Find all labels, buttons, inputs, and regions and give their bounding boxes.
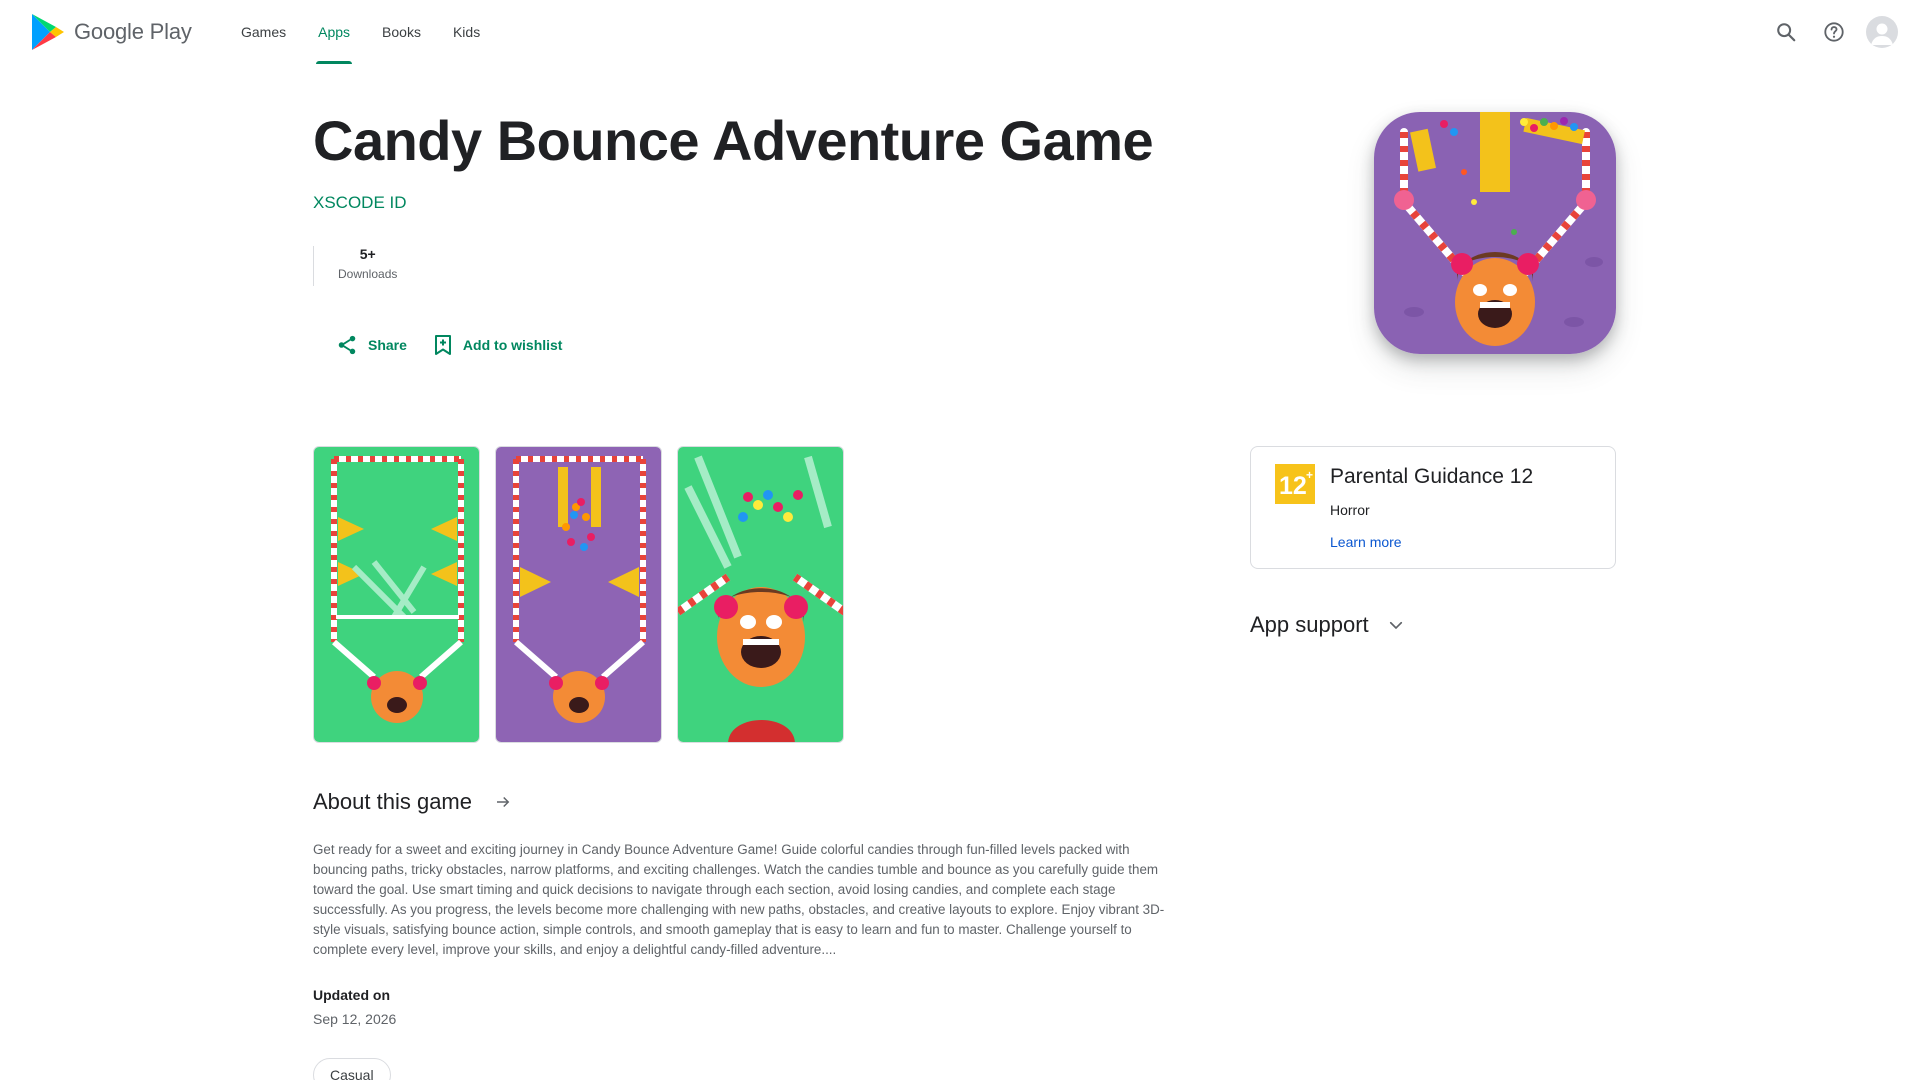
downloads-label: Downloads — [338, 267, 398, 281]
downloads-value: 5+ — [359, 246, 376, 262]
svg-text:+: + — [1306, 468, 1313, 482]
account-button[interactable] — [1862, 12, 1902, 52]
play-logo-icon — [32, 14, 64, 50]
about-description: Get ready for a sweet and exciting journ… — [313, 842, 1165, 957]
developer-link[interactable]: XSCODE ID — [313, 193, 407, 213]
arrow-forward-icon — [496, 796, 510, 808]
rating-descriptor: Horror — [1330, 502, 1370, 518]
rating-badge-text: 12 — [1279, 472, 1307, 500]
share-button[interactable]: Share — [336, 334, 407, 356]
avatar — [1866, 16, 1898, 48]
downloads-stat: 5+ Downloads — [313, 246, 397, 286]
content-rating-card: 12 + Parental Guidance 12 Horror Learn m… — [1250, 446, 1616, 569]
about-section-header[interactable]: About this game — [313, 789, 512, 815]
share-icon — [338, 335, 356, 355]
updated-on-label: Updated on — [313, 987, 390, 1003]
logo-text: Google Play — [74, 19, 192, 44]
app-title: Candy Bounce Adventure Game — [313, 109, 1154, 172]
help-button[interactable] — [1814, 12, 1854, 52]
app-support-toggle[interactable]: App support — [1250, 612, 1405, 638]
rating-title: Parental Guidance 12 — [1330, 465, 1534, 488]
app-support-label: App support — [1250, 612, 1369, 637]
top-bar: Google Play Games Apps Books Kids — [0, 0, 1920, 64]
bookmark-add-icon — [434, 335, 451, 355]
rating-badge: 12 + — [1275, 464, 1315, 504]
account-icon — [1871, 23, 1893, 45]
header-actions — [1766, 12, 1902, 52]
updated-on-date: Sep 12, 2026 — [313, 1011, 397, 1027]
nav-books[interactable]: Books — [366, 0, 437, 64]
category-chip[interactable]: Casual — [313, 1058, 391, 1080]
share-label: Share — [368, 337, 407, 353]
help-icon — [1824, 22, 1844, 42]
learn-more-link[interactable]: Learn more — [1330, 534, 1402, 550]
search-button[interactable] — [1766, 12, 1806, 52]
screenshot-2[interactable] — [495, 446, 662, 743]
nav-kids[interactable]: Kids — [437, 0, 496, 64]
wishlist-label: Add to wishlist — [462, 337, 563, 353]
add-to-wishlist-button[interactable]: Add to wishlist — [433, 334, 563, 356]
screenshot-3[interactable] — [677, 446, 844, 743]
chevron-down-icon — [1389, 621, 1402, 629]
nav-games[interactable]: Games — [225, 0, 302, 64]
search-icon — [1777, 23, 1796, 42]
google-play-logo[interactable]: Google Play — [30, 12, 192, 52]
app-icon-image — [1374, 112, 1616, 354]
main-nav: Games Apps Books Kids — [225, 0, 496, 64]
app-actions: Share Add to wishlist — [336, 334, 562, 356]
about-title: About this game — [313, 789, 472, 814]
nav-apps[interactable]: Apps — [302, 0, 366, 64]
screenshot-carousel — [313, 446, 844, 743]
screenshot-1[interactable] — [313, 446, 480, 743]
